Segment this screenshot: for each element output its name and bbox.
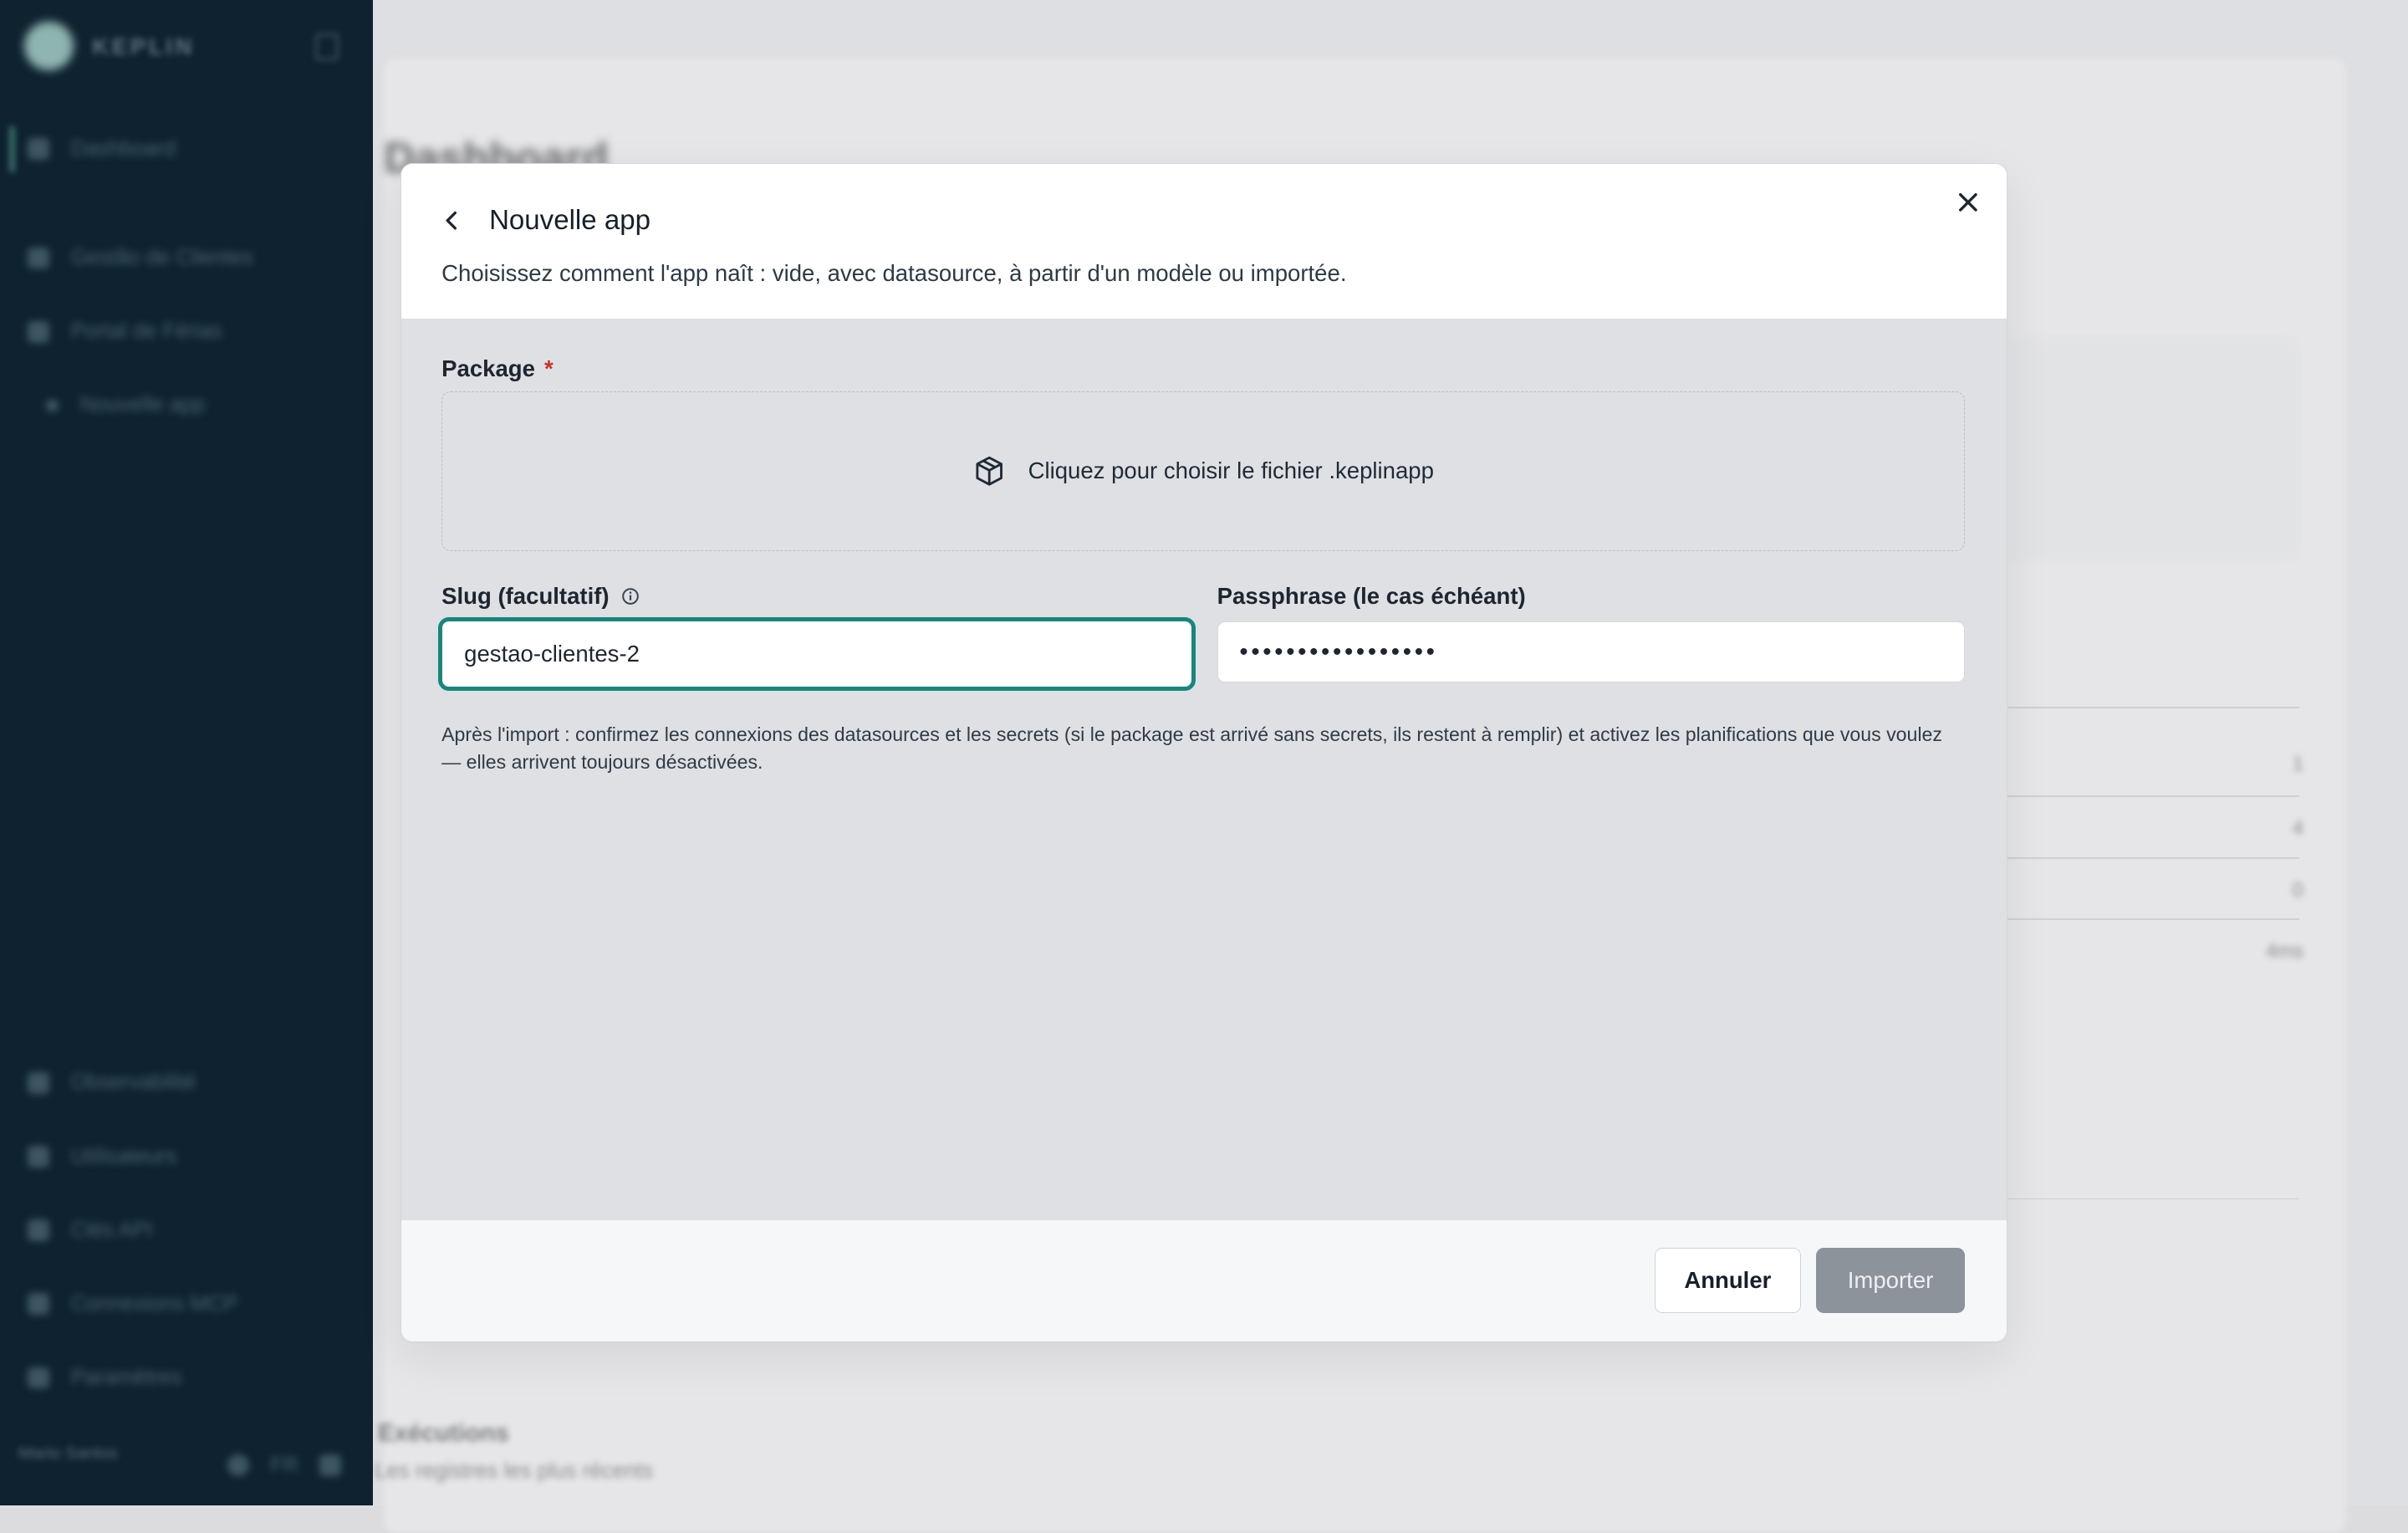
sidebar-item-label: Paramètres: [70, 1366, 182, 1389]
plus-icon: [46, 399, 59, 412]
sidebar-toggle-icon[interactable]: [314, 33, 339, 61]
close-icon: [1958, 192, 1977, 212]
sidebar-item-nouvelle-app[interactable]: Nouvelle app: [46, 391, 206, 422]
passphrase-input[interactable]: •••••••••••••••••: [1217, 621, 1966, 683]
stat-value: 1: [2292, 752, 2304, 775]
close-button[interactable]: [1951, 185, 1985, 218]
sidebar-item-utilisateurs[interactable]: Utilisateurs: [28, 1142, 177, 1173]
sidebar-item-label: Nouvelle app: [79, 393, 206, 417]
sidebar-item-label: Gestão de Clientes: [70, 246, 254, 270]
recent-subtitle: Les registres les plus récents: [375, 1459, 654, 1483]
sidebar-item-parametres[interactable]: Paramètres: [28, 1362, 181, 1393]
language-label: FR: [270, 1453, 299, 1477]
dialog-header: Nouvelle app Choisissez comment l'app na…: [401, 163, 2007, 319]
sidebar-item-connexions-mcp[interactable]: Connexions MCP: [28, 1289, 237, 1320]
sidebar-item-gestao-clientes[interactable]: Gestão de Clientes: [28, 243, 253, 273]
dropzone-text: Cliquez pour choisir le fichier .keplina…: [1028, 457, 1434, 484]
sidebar-item-label: Clés API: [70, 1218, 154, 1242]
sidebar-item-label: Portal de Férias: [70, 319, 222, 344]
brand-name: KEPLIN: [92, 33, 196, 60]
slug-label: Slug (facultatif): [441, 583, 640, 610]
back-button[interactable]: [436, 203, 469, 237]
slug-input[interactable]: gestao-clientes-2: [438, 616, 1196, 691]
cancel-button[interactable]: Annuler: [1655, 1248, 1801, 1313]
info-icon[interactable]: [621, 587, 640, 606]
app-icon: [28, 320, 49, 343]
sidebar-item-label: Connexions MCP: [70, 1291, 238, 1316]
user-name: Mario Santos: [18, 1444, 118, 1464]
dialog-body: Package * Cliquez pour choisir le fichier…: [401, 319, 2007, 1221]
plug-icon: [28, 1293, 49, 1316]
recent-title: Exécutions: [377, 1419, 509, 1448]
passphrase-label: Passphrase (le cas échéant): [1217, 583, 1526, 610]
stat-value: 0: [2292, 878, 2304, 902]
import-button[interactable]: Importer: [1815, 1248, 1966, 1313]
sidebar-item-portal-ferias[interactable]: Portal de Férias: [28, 316, 222, 347]
logout-icon: [319, 1454, 341, 1477]
package-label-text: Package: [441, 355, 535, 382]
language-switch[interactable]: FR: [227, 1450, 299, 1481]
logout-button[interactable]: [319, 1450, 341, 1481]
dialog-subtitle: Choisissez comment l'app naît : vide, av…: [441, 260, 1347, 287]
sidebar-item-cles-api[interactable]: Clés API: [28, 1215, 153, 1246]
new-app-dialog: Nouvelle app Choisissez comment l'app na…: [400, 162, 2008, 1343]
users-icon: [28, 1146, 49, 1168]
globe-icon: [227, 1454, 249, 1477]
user-info[interactable]: Mario Santos: [18, 1444, 118, 1465]
package-label: Package *: [441, 355, 554, 382]
stat-value: 4ms: [2265, 940, 2304, 963]
stat-value: 4: [2292, 817, 2304, 841]
key-icon: [28, 1219, 49, 1242]
dialog-footer: Annuler Importer: [401, 1220, 2007, 1342]
sidebar-active-indicator: [9, 125, 16, 172]
keplin-logo-icon: [24, 21, 74, 71]
import-note: Après l'import : confirmez les connexion…: [441, 723, 1942, 774]
sidebar-item-dashboard[interactable]: Dashboard: [28, 134, 176, 165]
sidebar: KEPLIN Dashboard Gestão de Clientes Port…: [0, 0, 374, 1505]
stats-panel: [2007, 338, 2299, 561]
chart-icon: [28, 1072, 49, 1094]
slug-input-value: gestao-clientes-2: [464, 640, 640, 667]
package-icon: [976, 456, 1003, 486]
required-marker: *: [543, 355, 554, 382]
sidebar-item-label: Utilisateurs: [70, 1144, 177, 1168]
gear-icon: [28, 1367, 49, 1389]
chevron-left-icon: [446, 211, 457, 230]
package-dropzone[interactable]: Cliquez pour choisir le fichier .keplina…: [441, 391, 1966, 551]
sidebar-item-label: Observabilité: [70, 1071, 196, 1095]
sidebar-item-observabilite[interactable]: Observabilité: [28, 1068, 196, 1099]
sidebar-item-label: Dashboard: [70, 136, 176, 161]
slug-label-text: Slug (facultatif): [441, 583, 610, 610]
passphrase-input-value: •••••••••••••••••: [1239, 637, 1438, 666]
dialog-title: Nouvelle app: [489, 205, 650, 237]
dashboard-icon: [28, 138, 49, 160]
app-icon: [28, 247, 49, 269]
